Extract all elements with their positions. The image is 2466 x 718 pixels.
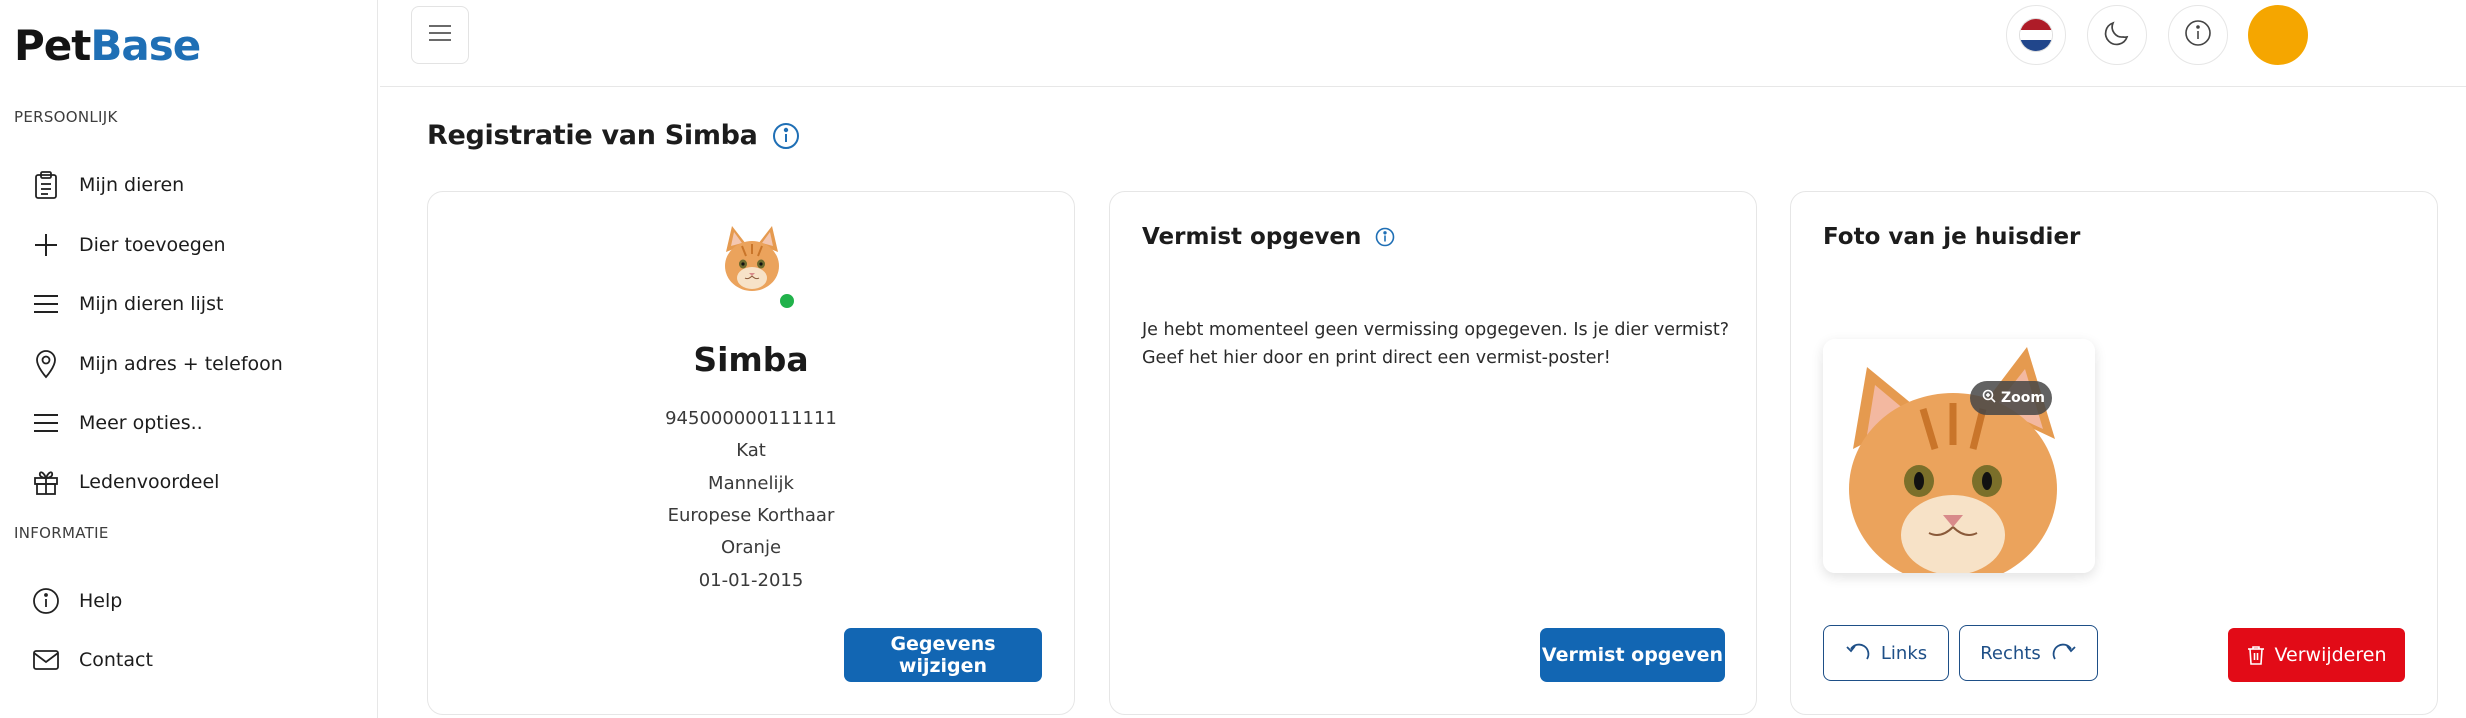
page-title: Registratie van Simba (427, 120, 758, 151)
pet-species: Kat (736, 440, 766, 461)
rotate-left-label: Links (1880, 642, 1928, 664)
menu-icon (30, 407, 62, 439)
missing-status-text: Je hebt momenteel geen vermissing opgege… (1142, 320, 1730, 368)
rotate-right-button[interactable]: Rechts (1959, 625, 2098, 681)
section-label-info: INFORMATIE (14, 524, 109, 542)
sidebar-item-label: Ledenvoordeel (79, 471, 220, 493)
trash-icon (2247, 645, 2265, 665)
zoom-icon (1982, 389, 1996, 407)
sidebar-item-my-animals[interactable]: Mijn dieren (30, 165, 360, 205)
pet-details-card: Simba 945000000111111 Kat Mannelijk Euro… (427, 191, 1075, 715)
dutch-flag-icon (2020, 19, 2052, 51)
sidebar-item-animal-list[interactable]: Mijn dieren lijst (30, 284, 360, 324)
card-title: Vermist opgeven (1142, 224, 1362, 250)
card-title: Foto van je huisdier (1823, 224, 2081, 250)
dark-mode-button[interactable] (2087, 5, 2147, 65)
pet-gender: Mannelijk (708, 473, 794, 494)
sidebar-item-address-phone[interactable]: Mijn adres + telefoon (30, 344, 360, 384)
moon-icon (2103, 19, 2131, 51)
pet-photo[interactable] (1823, 339, 2095, 573)
info-icon[interactable] (1375, 227, 1395, 247)
section-label-personal: PERSOONLIJK (14, 108, 118, 126)
pet-birth-date: 01-01-2015 (698, 570, 804, 591)
sidebar-item-contact[interactable]: Contact (30, 640, 360, 680)
rotate-right-label: Rechts (1980, 642, 2041, 664)
petbase-logo[interactable]: PetBase (14, 21, 201, 70)
gift-icon (30, 466, 62, 498)
sidebar-item-label: Help (79, 590, 123, 612)
menu-toggle-button[interactable] (411, 6, 469, 64)
info-icon (2184, 19, 2212, 51)
sidebar: PetBase PERSOONLIJK Mijn dieren Dier toe… (0, 0, 378, 718)
pet-breed: Europese Korthaar (667, 505, 835, 526)
sidebar-item-label: Mijn dieren (79, 174, 185, 196)
list-icon (30, 288, 62, 320)
sidebar-item-more-options[interactable]: Meer opties.. (30, 403, 360, 443)
report-missing-card: Vermist opgeven Je hebt momenteel geen v… (1109, 191, 1757, 715)
sidebar-item-label: Mijn adres + telefoon (79, 353, 283, 375)
sidebar-item-label: Contact (79, 649, 153, 671)
report-missing-button[interactable]: Vermist opgeven (1540, 628, 1725, 682)
report-missing-title-row: Vermist opgeven (1142, 224, 1395, 250)
logo-text-base: Base (90, 21, 201, 70)
zoom-label: Zoom (2001, 390, 2045, 406)
hamburger-icon (428, 24, 452, 46)
clipboard-icon (30, 169, 62, 201)
sidebar-item-label: Meer opties.. (79, 412, 203, 434)
pet-color: Oranje (720, 537, 782, 558)
sidebar-item-member-benefits[interactable]: Ledenvoordeel (30, 462, 360, 502)
delete-photo-button[interactable]: Verwijderen (2228, 628, 2405, 682)
pet-chip-number: 945000000111111 (665, 408, 837, 429)
info-icon[interactable] (772, 121, 802, 151)
topbar (380, 0, 2466, 87)
sidebar-item-help[interactable]: Help (30, 581, 360, 621)
plus-icon (30, 229, 62, 261)
logo-text-pet: Pet (14, 21, 91, 70)
info-button[interactable] (2168, 5, 2228, 65)
edit-details-button[interactable]: Gegevens wijzigen (844, 628, 1042, 682)
status-indicator-dot (778, 292, 796, 310)
info-icon (30, 585, 62, 617)
mail-icon (30, 644, 62, 676)
delete-label: Verwijderen (2274, 644, 2387, 666)
pet-photo-card: Foto van je huisdier Zoom Links Rechts V… (1790, 191, 2438, 715)
rotate-left-icon (1845, 641, 1871, 665)
zoom-button[interactable]: Zoom (1970, 381, 2052, 415)
page-title-row: Registratie van Simba (427, 120, 802, 151)
pet-avatar-image (712, 222, 792, 302)
sidebar-item-label: Dier toevoegen (79, 234, 226, 256)
sidebar-item-label: Mijn dieren lijst (79, 293, 224, 315)
language-button[interactable] (2006, 5, 2066, 65)
rotate-right-icon (2051, 641, 2077, 665)
sidebar-item-add-animal[interactable]: Dier toevoegen (30, 225, 360, 265)
user-avatar[interactable] (2248, 5, 2308, 65)
location-pin-icon (30, 348, 62, 380)
pet-name: Simba (693, 340, 809, 379)
rotate-left-button[interactable]: Links (1823, 625, 1949, 681)
